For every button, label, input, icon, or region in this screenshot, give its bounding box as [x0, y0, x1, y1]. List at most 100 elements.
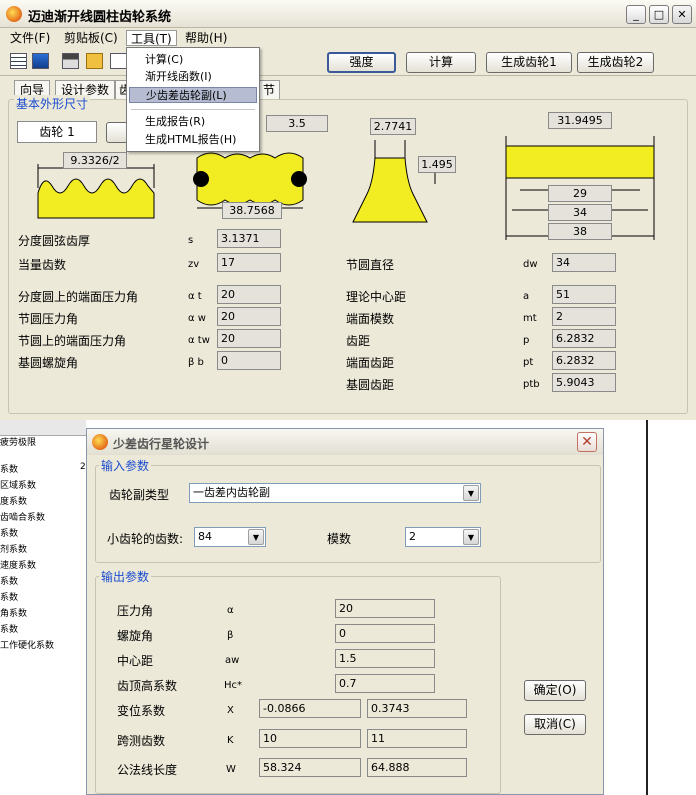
menu-help[interactable]: 帮助(H) — [181, 30, 231, 46]
table-icon[interactable] — [10, 53, 27, 69]
gear-selector-button[interactable] — [106, 122, 128, 143]
output-label: 变位系数 — [117, 704, 166, 718]
output-label: 跨测齿数 — [117, 734, 166, 748]
output-label: 公法线长度 — [117, 763, 178, 777]
cancel-button[interactable]: 取消(C) — [524, 714, 586, 735]
param-value: 20 — [217, 285, 281, 304]
dim-tooth-pitch: 9.3326/2 — [63, 152, 127, 169]
menu-item-report[interactable]: 生成报告(R) — [129, 114, 257, 130]
chevron-down-icon[interactable]: ▼ — [248, 529, 264, 545]
single-tooth-diagram — [352, 140, 436, 223]
menu-clipboard[interactable]: 剪贴板(C) — [60, 30, 122, 46]
bg-list-item: 度系数 — [0, 497, 28, 507]
calculator-icon[interactable] — [32, 53, 49, 69]
output-symbol: β — [227, 630, 234, 641]
output-value-2: 64.888 — [367, 758, 467, 777]
print-icon[interactable] — [110, 53, 127, 69]
bg-list-item: 速度系数 — [0, 561, 37, 571]
menu-item-html-report[interactable]: 生成HTML报告(H) — [129, 132, 257, 148]
dim-tooth-top: 2.7741 — [370, 118, 416, 135]
param-label: 节圆上的端面压力角 — [18, 334, 127, 348]
param-symbol: s — [188, 235, 194, 246]
pair-type-label: 齿轮副类型 — [109, 488, 170, 502]
param-value: 51 — [552, 285, 616, 304]
param-symbol: p — [523, 335, 530, 346]
menu-item-calculate[interactable]: 计算(C) — [129, 52, 257, 68]
dim-width-34: 34 — [548, 204, 612, 221]
toolbar: 强度 计算 生成齿轮1 生成齿轮2 — [0, 48, 696, 76]
param-value: 2 — [552, 307, 616, 326]
param-label: 节圆压力角 — [18, 312, 79, 326]
menu-tools[interactable]: 工具(T) — [126, 30, 177, 46]
param-symbol: β b — [188, 357, 204, 368]
pair-type-select[interactable]: 一齿差内齿轮副 ▼ — [189, 483, 481, 503]
output-symbol: Hc* — [224, 680, 243, 691]
param-symbol: a — [523, 291, 530, 302]
minimize-button[interactable]: _ — [626, 5, 646, 24]
generate-gear2-button[interactable]: 生成齿轮2 — [577, 52, 654, 73]
teeth-count-value: 84 — [198, 530, 212, 543]
dim-width-top: 31.9495 — [548, 112, 612, 129]
dim-tooth-height: 1.495 — [418, 156, 456, 173]
close-button[interactable]: ✕ — [672, 5, 692, 24]
param-symbol: α w — [188, 313, 206, 324]
output-label: 压力角 — [117, 604, 154, 618]
save-icon[interactable] — [62, 53, 79, 69]
param-label: 端面齿距 — [346, 356, 395, 370]
basic-dimensions-label: 基本外形尺寸 — [14, 95, 91, 112]
maximize-button[interactable]: □ — [649, 5, 669, 24]
dim-width-38: 38 — [548, 223, 612, 240]
menubar: 文件(F) 剪贴板(C) 工具(T) 帮助(H) — [0, 28, 696, 48]
param-label: 齿距 — [346, 334, 371, 348]
input-params-label: 输入参数 — [99, 457, 152, 474]
bg-list-item: 系数 — [0, 593, 19, 603]
ok-button[interactable]: 确定(O) — [524, 680, 586, 701]
output-label: 螺旋角 — [117, 629, 154, 643]
planetary-gear-dialog: 少差齿行星轮设计 ✕ 输入参数 齿轮副类型 一齿差内齿轮副 ▼ 小齿轮的齿数: … — [86, 428, 604, 795]
dialog-close-button[interactable]: ✕ — [577, 432, 597, 452]
menu-item-small-diff-gear[interactable]: 少齿差齿轮副(L) — [129, 87, 257, 103]
chevron-down-icon[interactable]: ▼ — [463, 529, 479, 545]
param-value: 3.1371 — [217, 229, 281, 248]
open-folder-icon[interactable] — [86, 53, 103, 69]
param-label: 理论中心距 — [346, 290, 407, 304]
gear-selector[interactable]: 齿轮 1 — [17, 121, 97, 143]
calculate-button[interactable]: 计算 — [406, 52, 476, 73]
output-value: 20 — [335, 599, 435, 618]
output-symbol: α — [227, 605, 234, 616]
param-value: 5.9043 — [552, 373, 616, 392]
param-value: 6.2832 — [552, 329, 616, 348]
output-label: 中心距 — [117, 654, 154, 668]
param-symbol: pt — [523, 357, 534, 368]
menu-separator — [131, 109, 255, 110]
module-value: 2 — [409, 530, 416, 543]
output-value: 0.7 — [335, 674, 435, 693]
bg-window-header — [0, 420, 86, 436]
menu-file[interactable]: 文件(F) — [6, 30, 54, 46]
window-title: 迈迪渐开线圆柱齿轮系统 — [28, 10, 172, 25]
param-symbol: α t — [188, 291, 202, 302]
window-divider — [646, 420, 648, 795]
tab-section[interactable]: 节 — [258, 80, 280, 99]
param-symbol: zv — [188, 259, 200, 270]
param-label: 分度圆弦齿厚 — [18, 234, 91, 248]
bg-list-item: 剂系数 — [0, 545, 28, 555]
module-select[interactable]: 2 ▼ — [405, 527, 481, 547]
dim-span: 38.7568 — [222, 202, 282, 219]
param-label: 基圆螺旋角 — [18, 356, 79, 370]
chevron-down-icon[interactable]: ▼ — [463, 485, 479, 501]
param-value: 20 — [217, 329, 281, 348]
output-symbol: K — [227, 735, 234, 746]
output-symbol: X — [227, 705, 234, 716]
output-label: 齿顶高系数 — [117, 679, 178, 693]
param-label: 当量齿数 — [18, 258, 67, 272]
strength-button[interactable]: 强度 — [327, 52, 396, 73]
bg-list-item: 区域系数 — [0, 481, 37, 491]
bg-list-item: 系数 — [0, 465, 19, 475]
generate-gear1-button[interactable]: 生成齿轮1 — [486, 52, 572, 73]
output-value: 1.5 — [335, 649, 435, 668]
menu-item-involute[interactable]: 渐开线函数(I) — [129, 69, 257, 85]
teeth-count-select[interactable]: 84 ▼ — [194, 527, 266, 547]
main-panel: 向导 设计参数 齿 节 基本外形尺寸 齿轮 1 9.3326/2 3.5 38.… — [0, 76, 696, 420]
output-value-1: 10 — [259, 729, 361, 748]
